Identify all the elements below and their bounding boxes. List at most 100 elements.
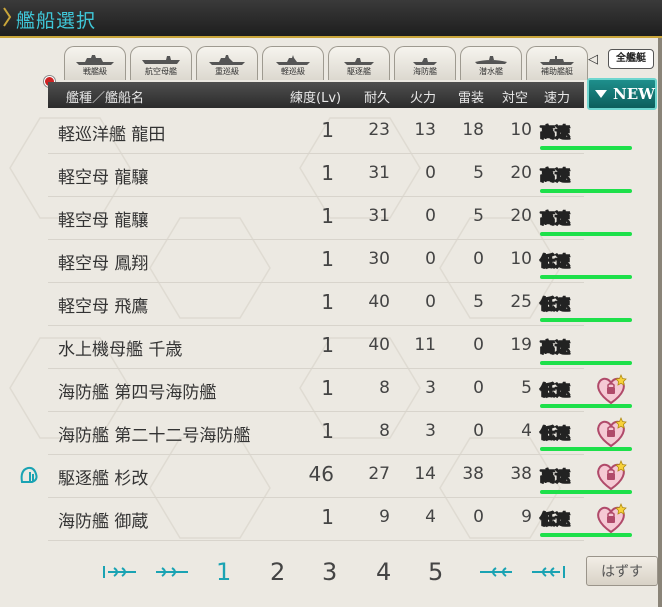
tab-heavy-cruiser[interactable]: 重巡級 bbox=[196, 46, 258, 80]
ship-torpedo: 5 bbox=[473, 292, 484, 312]
ship-speed: 低速 bbox=[539, 381, 571, 400]
table-header: 艦種／艦船名 練度(Lv) 耐久 火力 雷装 対空 速力 bbox=[48, 82, 584, 108]
heart-lock-icon[interactable] bbox=[594, 503, 628, 535]
tab-label: 潜水艦 bbox=[479, 67, 503, 76]
tab-carrier[interactable]: 航空母艦 bbox=[130, 46, 192, 80]
status-bar bbox=[540, 189, 632, 193]
ship-name: 海防艦 御蔵 bbox=[58, 512, 149, 532]
ship-firepower: 0 bbox=[425, 292, 436, 312]
ship-name: 軽空母 龍驤 bbox=[58, 168, 149, 188]
all-ships-button[interactable]: ◁ 全艦艇 bbox=[588, 48, 654, 70]
ship-torpedo: 18 bbox=[462, 120, 484, 140]
page-4[interactable]: 4 bbox=[376, 558, 391, 586]
ship-torpedo: 38 bbox=[462, 464, 484, 484]
right-frame bbox=[658, 38, 662, 607]
ship-hp: 8 bbox=[379, 421, 390, 441]
tab-destroyer[interactable]: 駆逐艦 bbox=[328, 46, 390, 80]
ship-name: 軽巡洋艦 龍田 bbox=[58, 125, 166, 145]
ship-row[interactable]: 海防艦 御蔵 1 9 4 0 9 低速 bbox=[48, 497, 632, 541]
tab-submarine[interactable]: 潜水艦 bbox=[460, 46, 522, 80]
ship-row[interactable]: 海防艦 第二十二号海防艦 1 8 3 0 4 低速 bbox=[48, 411, 632, 455]
next-page-icon[interactable] bbox=[476, 564, 516, 580]
heart-lock-icon[interactable] bbox=[594, 460, 628, 492]
tab-label: 軽巡級 bbox=[281, 67, 305, 76]
ship-row[interactable]: 海防艦 第四号海防艦 1 8 3 0 5 低速 bbox=[48, 368, 632, 412]
ship-level: 1 bbox=[321, 204, 334, 228]
prev-page-icon[interactable] bbox=[152, 564, 192, 580]
ship-name: 軽空母 鳳翔 bbox=[58, 254, 149, 274]
ship-row[interactable]: 水上機母艦 千歳 1 40 11 0 19 高速 bbox=[48, 325, 632, 369]
tab-light-cruiser[interactable]: 軽巡級 bbox=[262, 46, 324, 80]
ship-firepower: 11 bbox=[414, 335, 436, 355]
tab-escort[interactable]: 海防艦 bbox=[394, 46, 456, 80]
ship-speed: 低速 bbox=[539, 424, 571, 443]
heart-lock-icon[interactable] bbox=[594, 374, 628, 406]
ship-antiair: 5 bbox=[521, 378, 532, 398]
ship-firepower: 3 bbox=[425, 378, 436, 398]
col-name: 艦種／艦船名 bbox=[66, 91, 145, 106]
ship-hp: 30 bbox=[368, 249, 390, 269]
ship-level: 1 bbox=[321, 161, 334, 185]
fleet-badge-icon bbox=[20, 466, 38, 483]
first-page-icon[interactable] bbox=[100, 564, 140, 580]
ship-hp: 23 bbox=[368, 120, 390, 140]
heart-lock-icon[interactable] bbox=[594, 417, 628, 449]
tab-auxiliary[interactable]: 補助艦艇 bbox=[526, 46, 588, 80]
last-page-icon[interactable] bbox=[528, 564, 568, 580]
page-3[interactable]: 3 bbox=[322, 558, 337, 586]
ship-select-window: 艦船選択 戦艦級 航空母艦 重巡級 軽巡級 駆逐艦 海防艦 潜水艦 補助艦艇 ◁… bbox=[0, 0, 662, 607]
ship-torpedo: 0 bbox=[473, 249, 484, 269]
ship-antiair: 10 bbox=[510, 249, 532, 269]
remove-button[interactable]: はずす bbox=[586, 556, 658, 586]
ship-speed: 低速 bbox=[539, 295, 571, 314]
ship-hp: 31 bbox=[368, 163, 390, 183]
ship-antiair: 20 bbox=[510, 163, 532, 183]
ship-firepower: 0 bbox=[425, 206, 436, 226]
ship-hp: 8 bbox=[379, 378, 390, 398]
ship-antiair: 10 bbox=[510, 120, 532, 140]
ship-row[interactable]: 軽空母 龍驤 1 31 0 5 20 高速 bbox=[48, 196, 632, 240]
ship-list-panel: 戦艦級 航空母艦 重巡級 軽巡級 駆逐艦 海防艦 潜水艦 補助艦艇 ◁ 全艦艇 … bbox=[0, 38, 662, 607]
ship-torpedo: 0 bbox=[473, 421, 484, 441]
page-5[interactable]: 5 bbox=[428, 558, 443, 586]
ship-level: 1 bbox=[321, 376, 334, 400]
ship-speed: 高速 bbox=[539, 467, 571, 486]
tab-battleship[interactable]: 戦艦級 bbox=[64, 46, 126, 80]
triangle-left-icon: ◁ bbox=[588, 52, 598, 67]
ship-speed: 低速 bbox=[539, 510, 571, 529]
ship-firepower: 0 bbox=[425, 163, 436, 183]
ship-row[interactable]: 軽空母 龍驤 1 31 0 5 20 高速 bbox=[48, 153, 632, 197]
ship-row[interactable]: 軽空母 飛鷹 1 40 0 5 25 低速 bbox=[48, 282, 632, 326]
ship-firepower: 3 bbox=[425, 421, 436, 441]
ship-torpedo: 0 bbox=[473, 378, 484, 398]
escort-icon bbox=[413, 58, 437, 65]
ship-row[interactable]: 駆逐艦 杉改 46 27 14 38 38 高速 bbox=[20, 454, 632, 498]
col-firepower: 火力 bbox=[410, 91, 437, 106]
ship-hp: 9 bbox=[379, 507, 390, 527]
col-speed: 速力 bbox=[544, 91, 571, 106]
ship-hp: 40 bbox=[368, 292, 390, 312]
ship-antiair: 38 bbox=[510, 464, 532, 484]
sort-new-button[interactable]: NEW bbox=[587, 78, 657, 110]
page-1[interactable]: 1 bbox=[216, 558, 231, 586]
ship-speed: 高速 bbox=[539, 209, 571, 228]
ship-level: 46 bbox=[308, 462, 334, 486]
ship-speed: 高速 bbox=[539, 338, 571, 357]
ship-hp: 27 bbox=[368, 464, 390, 484]
status-bar bbox=[540, 361, 632, 365]
battleship-icon bbox=[76, 55, 114, 65]
ship-level: 1 bbox=[321, 333, 334, 357]
status-bar bbox=[540, 275, 632, 279]
auxiliary-icon bbox=[540, 56, 574, 65]
ship-row[interactable]: 軽空母 鳳翔 1 30 0 0 10 低速 bbox=[48, 239, 632, 283]
page-2[interactable]: 2 bbox=[270, 558, 285, 586]
ship-row[interactable]: 軽巡洋艦 龍田 1 23 13 18 10 高速 bbox=[48, 110, 632, 154]
ship-firepower: 14 bbox=[414, 464, 436, 484]
ship-name: 海防艦 第四号海防艦 bbox=[58, 383, 217, 403]
status-bar bbox=[540, 318, 632, 322]
ship-speed: 低速 bbox=[539, 252, 571, 271]
ship-firepower: 13 bbox=[414, 120, 436, 140]
ship-level: 1 bbox=[321, 247, 334, 271]
chevron-right-icon bbox=[3, 7, 12, 27]
ship-torpedo: 0 bbox=[473, 335, 484, 355]
